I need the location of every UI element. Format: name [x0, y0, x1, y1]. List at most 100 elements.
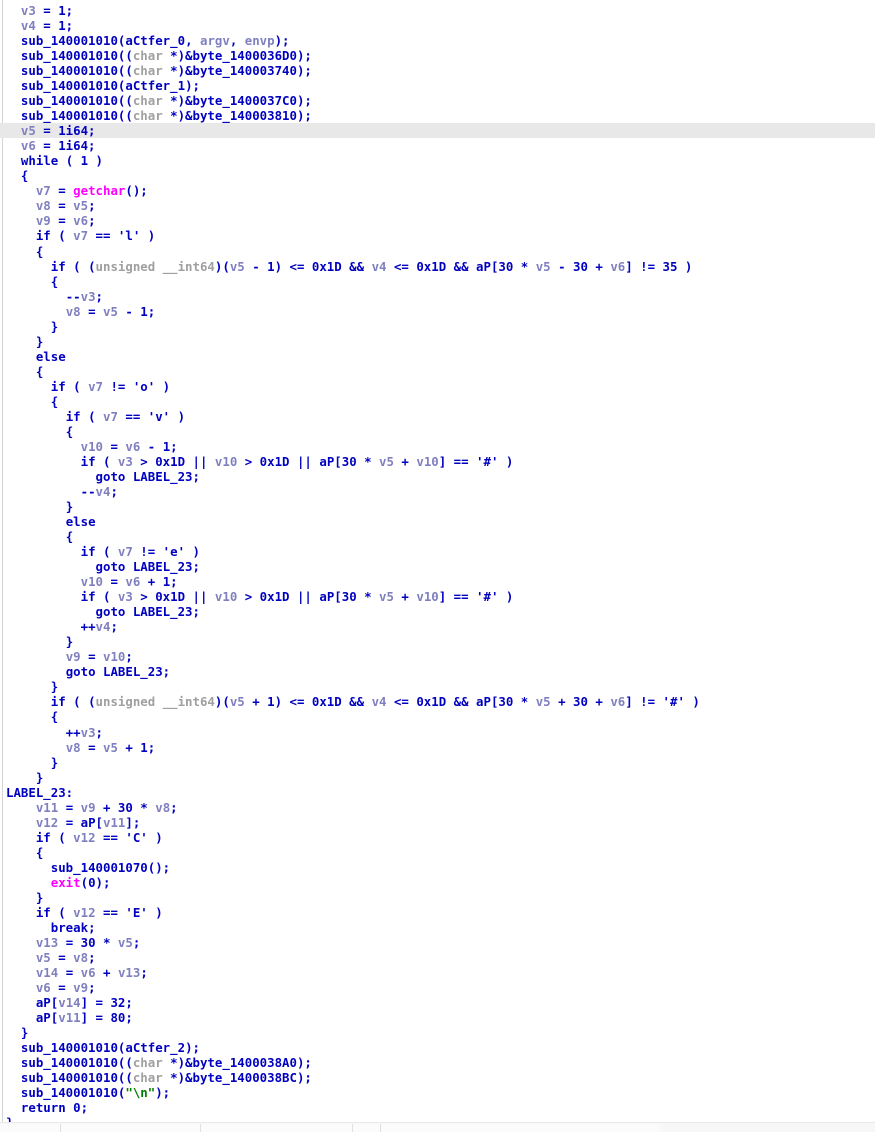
- code-token-default[interactable]: }: [51, 755, 58, 770]
- code-token-var[interactable]: v9: [36, 213, 51, 228]
- code-token-global[interactable]: byte_1400038BC: [193, 1070, 297, 1085]
- code-token-var[interactable]: v3: [81, 725, 96, 740]
- code-token-default[interactable]: ();: [125, 183, 147, 198]
- code-line[interactable]: v3 = 1;: [0, 3, 875, 18]
- code-token-default[interactable]: != 'e' ): [133, 544, 200, 559]
- code-line[interactable]: if ( v3 > 0x1D || v10 > 0x1D || aP[30 * …: [0, 589, 875, 604]
- pseudocode-view[interactable]: v3 = 1; v4 = 1; sub_140001010(aCtfer_0, …: [0, 0, 875, 1132]
- code-token-var[interactable]: v5: [230, 259, 245, 274]
- code-token-default[interactable]: == 'l' ): [88, 228, 156, 243]
- code-token-var[interactable]: envp: [245, 33, 275, 48]
- code-token-default[interactable]: ;: [110, 619, 117, 634]
- code-token-default[interactable]: --: [66, 289, 81, 304]
- code-token-var[interactable]: v11: [36, 800, 58, 815]
- code-token-default[interactable]: ;: [88, 980, 95, 995]
- code-token-type[interactable]: char: [133, 108, 163, 123]
- code-token-var[interactable]: v5: [118, 935, 133, 950]
- code-line[interactable]: v4 = 1;: [0, 18, 875, 33]
- code-token-default[interactable]: [: [96, 815, 103, 830]
- code-token-default[interactable]: =: [51, 198, 73, 213]
- code-token-default[interactable]: ] == '#' ): [439, 589, 514, 604]
- code-token-var[interactable]: v5: [103, 740, 118, 755]
- code-token-var[interactable]: v3: [118, 454, 133, 469]
- code-token-default[interactable]: ;: [125, 649, 132, 664]
- code-token-default[interactable]: ();: [148, 860, 170, 875]
- code-token-default[interactable]: ;: [88, 198, 95, 213]
- code-token-default[interactable]: == 'E' ): [96, 905, 163, 920]
- code-token-type[interactable]: char: [133, 63, 163, 78]
- code-token-keyword[interactable]: goto: [96, 469, 126, 484]
- code-token-default[interactable]: ,: [230, 33, 245, 48]
- code-token-global[interactable]: aP: [476, 259, 491, 274]
- code-token-default[interactable]: *)&: [163, 1055, 192, 1070]
- code-token-default[interactable]: );: [185, 78, 200, 93]
- code-token-default[interactable]: [30 *: [491, 694, 536, 709]
- code-token-string[interactable]: "\n": [125, 1085, 155, 1100]
- code-token-func[interactable]: sub_140001010: [21, 1055, 118, 1070]
- code-line[interactable]: ++v4;: [0, 619, 875, 634]
- code-line[interactable]: goto LABEL_23;: [0, 469, 875, 484]
- code-token-default[interactable]: }: [66, 499, 73, 514]
- code-token-default[interactable]: > 0x1D ||: [237, 454, 319, 469]
- code-token-default[interactable]: =: [51, 183, 73, 198]
- code-token-type[interactable]: unsigned __int64: [96, 259, 215, 274]
- code-token-default[interactable]: {: [36, 364, 43, 379]
- code-token-var[interactable]: v4: [21, 18, 36, 33]
- code-token-default[interactable]: ;: [88, 950, 95, 965]
- horizontal-scrollbar-thumb[interactable]: [0, 1124, 660, 1132]
- code-token-var[interactable]: v10: [416, 454, 438, 469]
- code-token-default[interactable]: ;: [140, 965, 147, 980]
- code-token-default[interactable]: {: [66, 529, 73, 544]
- code-token-var[interactable]: v6: [36, 980, 51, 995]
- code-line[interactable]: if ( v12 == 'C' ): [0, 830, 875, 845]
- code-token-var[interactable]: v5: [379, 589, 394, 604]
- code-token-default[interactable]: = 1i64;: [36, 138, 95, 153]
- code-token-default[interactable]: );: [155, 1085, 170, 1100]
- code-token-type[interactable]: char: [133, 93, 163, 108]
- code-token-default[interactable]: ++: [81, 619, 96, 634]
- code-token-default[interactable]: {: [51, 274, 58, 289]
- code-token-default[interactable]: }: [51, 319, 58, 334]
- code-token-global[interactable]: aP: [36, 995, 51, 1010]
- code-token-libfunc[interactable]: exit: [51, 875, 81, 890]
- code-token-default[interactable]: ((: [118, 1070, 133, 1085]
- code-line[interactable]: v9 = v10;: [0, 649, 875, 664]
- code-token-default[interactable]: );: [297, 1055, 312, 1070]
- code-line[interactable]: sub_140001010((char *)&byte_1400036D0);: [0, 48, 875, 63]
- code-token-default[interactable]: + 1;: [140, 574, 178, 589]
- code-token-keyword[interactable]: else: [66, 514, 96, 529]
- code-line[interactable]: goto LABEL_23;: [0, 604, 875, 619]
- code-line[interactable]: --v4;: [0, 484, 875, 499]
- code-token-default[interactable]: )(: [215, 259, 230, 274]
- code-line[interactable]: if ( v3 > 0x1D || v10 > 0x1D || aP[30 * …: [0, 454, 875, 469]
- code-token-var[interactable]: v11: [103, 815, 125, 830]
- code-token-default[interactable]: [30 *: [334, 589, 379, 604]
- code-line[interactable]: return 0;: [0, 1100, 875, 1115]
- code-token-func[interactable]: sub_140001010: [21, 1070, 118, 1085]
- code-token-default[interactable]: + 30 *: [96, 800, 156, 815]
- code-token-func[interactable]: sub_140001010: [21, 78, 118, 93]
- code-token-keyword[interactable]: else: [36, 349, 66, 364]
- code-token-default[interactable]: [30 *: [334, 454, 379, 469]
- code-token-default[interactable]: + 1) <= 0x1D &&: [245, 694, 372, 709]
- code-token-var[interactable]: v5: [21, 123, 36, 138]
- code-token-default[interactable]: = 1;: [36, 3, 73, 18]
- code-token-default[interactable]: ( (: [66, 259, 95, 274]
- code-token-label[interactable]: LABEL_23:: [6, 785, 73, 800]
- code-token-default[interactable]: {: [51, 709, 58, 724]
- code-token-keyword[interactable]: if: [51, 259, 66, 274]
- code-line[interactable]: sub_140001010("\n");: [0, 1085, 875, 1100]
- code-token-default[interactable]: == 'C' ): [96, 830, 163, 845]
- code-line[interactable]: aP[v14] = 32;: [0, 995, 875, 1010]
- code-line[interactable]: v5 = v8;: [0, 950, 875, 965]
- code-token-default[interactable]: = 30 *: [58, 935, 118, 950]
- code-token-default[interactable]: ] = 32;: [81, 995, 133, 1010]
- code-token-default[interactable]: ] != 35 ): [625, 259, 692, 274]
- code-token-keyword[interactable]: if: [81, 454, 96, 469]
- code-token-default[interactable]: );: [297, 48, 312, 63]
- code-token-default[interactable]: ;: [110, 484, 117, 499]
- code-token-default[interactable]: );: [297, 93, 312, 108]
- code-line[interactable]: v7 = getchar();: [0, 183, 875, 198]
- code-token-var[interactable]: v13: [36, 935, 58, 950]
- code-token-default[interactable]: );: [297, 108, 312, 123]
